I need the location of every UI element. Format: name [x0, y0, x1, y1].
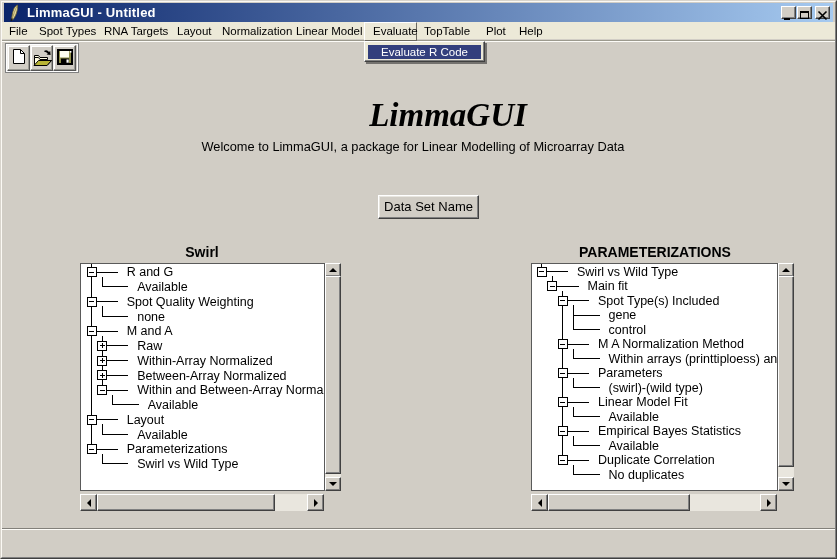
svg-text:Available: Available — [609, 410, 660, 424]
svg-text:Within arrays (printtiploess): Within arrays (printtiploess) and betwee… — [609, 352, 778, 366]
svg-text:Swirl vs Wild Type: Swirl vs Wild Type — [137, 457, 238, 471]
svg-text:M and A: M and A — [127, 324, 174, 338]
svg-text:Main fit: Main fit — [588, 279, 629, 293]
svg-text:control: control — [609, 323, 647, 337]
svg-text:R and G: R and G — [127, 265, 174, 279]
svg-text:No duplicates: No duplicates — [609, 468, 685, 482]
svg-text:Raw: Raw — [137, 339, 163, 353]
svg-text:(swirl)-(wild type): (swirl)-(wild type) — [609, 381, 703, 395]
svg-text:none: none — [137, 310, 165, 324]
svg-text:Empirical Bayes Statistics: Empirical Bayes Statistics — [598, 424, 741, 438]
svg-text:Duplicate Correlation: Duplicate Correlation — [598, 453, 715, 467]
svg-text:Within and Between-Array Norma: Within and Between-Array Normalized — [137, 383, 324, 397]
svg-text:M A Normalization Method: M A Normalization Method — [598, 337, 744, 351]
svg-text:Between-Array Normalized: Between-Array Normalized — [137, 369, 286, 383]
svg-text:Swirl vs Wild Type: Swirl vs Wild Type — [577, 265, 678, 279]
svg-text:Spot Type(s) Included: Spot Type(s) Included — [598, 294, 719, 308]
svg-text:Available: Available — [148, 398, 199, 412]
svg-text:Within-Array Normalized: Within-Array Normalized — [137, 354, 272, 368]
svg-text:Parameterizations: Parameterizations — [127, 442, 228, 456]
svg-text:Available: Available — [137, 428, 188, 442]
svg-text:Parameters: Parameters — [598, 366, 663, 380]
svg-text:gene: gene — [609, 308, 637, 322]
svg-text:Available: Available — [137, 280, 188, 294]
svg-text:Layout: Layout — [127, 413, 165, 427]
svg-text:Linear Model Fit: Linear Model Fit — [598, 395, 688, 409]
svg-text:Spot Quality Weighting: Spot Quality Weighting — [127, 295, 254, 309]
svg-text:Available: Available — [609, 439, 660, 453]
